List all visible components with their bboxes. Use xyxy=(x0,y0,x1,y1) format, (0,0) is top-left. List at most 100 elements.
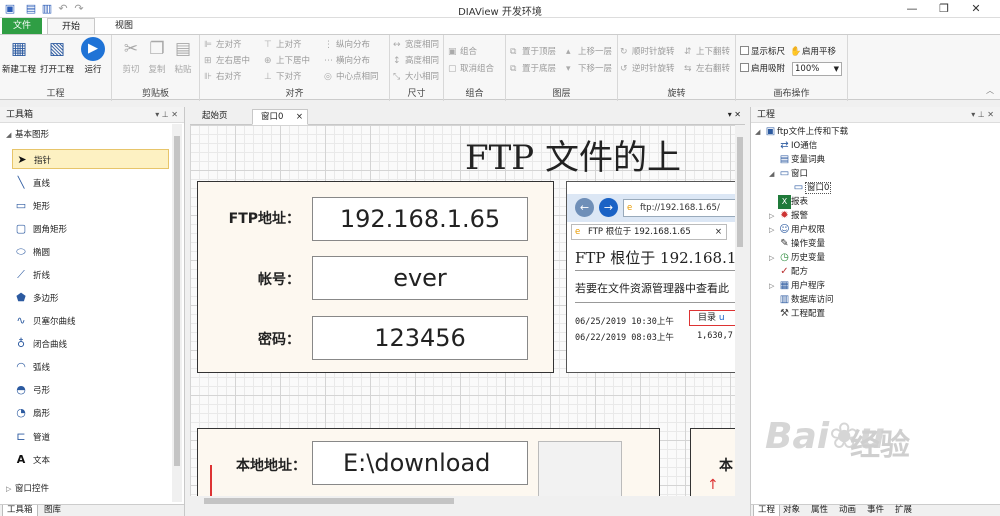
send-to-back-button[interactable]: ⧉ 置于底层 xyxy=(510,62,556,76)
canvas-horizontal-scrollbar[interactable] xyxy=(190,496,745,506)
tool-polygon[interactable]: ⬟ 多边形 xyxy=(12,288,169,308)
same-size-button[interactable]: ⤡ 大小相同 xyxy=(393,70,439,84)
same-height-button[interactable]: ↕ 高度相同 xyxy=(393,54,439,68)
same-center-button[interactable]: ◎ 中心点相同 xyxy=(324,70,379,84)
account-label[interactable]: 帐号： xyxy=(198,269,300,289)
tree-node-report[interactable]: X 报表 xyxy=(769,195,808,209)
browse-button[interactable] xyxy=(538,441,622,496)
toolbox-scrollbar[interactable] xyxy=(172,124,182,502)
rotate-ccw-button[interactable]: ↺ 逆时针旋转 xyxy=(620,62,675,76)
ftp-address-field[interactable]: 192.168.1.65 xyxy=(312,197,528,241)
tool-bezier[interactable]: ∿ 贝塞尔曲线 xyxy=(12,311,169,331)
local-address-field[interactable]: E:\download xyxy=(312,441,528,485)
enable-snap-checkbox[interactable]: 启用吸附 xyxy=(740,62,785,76)
close-tab-icon[interactable]: × xyxy=(296,110,303,125)
tool-closed-curve[interactable]: ♁ 闭合曲线 xyxy=(12,334,169,354)
tree-node-recipe[interactable]: ✓ 配方 xyxy=(769,265,808,279)
rotate-cw-button[interactable]: ↻ 顺时针旋转 xyxy=(620,45,675,59)
canvas-title[interactable]: FTP 文件的上 xyxy=(465,130,681,179)
tool-bow[interactable]: ◓ 弓形 xyxy=(12,380,169,400)
align-center-h-button[interactable]: ⊞ 左右居中 xyxy=(204,54,250,68)
tab-file[interactable]: 文件 xyxy=(2,18,42,34)
tab-animation[interactable]: 动画 xyxy=(835,505,860,516)
tree-node-window[interactable]: ◢ ▭ 窗口 xyxy=(769,167,808,181)
tab-start-page[interactable]: 起始页 xyxy=(194,109,236,125)
tree-node-alarm[interactable]: ▷ ✹ 报警 xyxy=(769,209,808,223)
show-ruler-checkbox[interactable]: 显示标尺 xyxy=(740,45,785,59)
distribute-vertical-button[interactable]: ⋮ 纵向分布 xyxy=(324,38,370,52)
local-address-label[interactable]: 本地地址： xyxy=(198,455,306,475)
tab-gallery[interactable]: 图库 xyxy=(40,505,65,516)
account-field[interactable]: ever xyxy=(312,256,528,300)
paste-button[interactable]: ▤ 粘贴 xyxy=(166,37,200,81)
pin-icon[interactable]: ▾ ⊥ ✕ xyxy=(155,107,178,123)
tool-sector[interactable]: ◔ 扇形 xyxy=(12,403,169,423)
canvas-vertical-scrollbar[interactable] xyxy=(735,125,745,496)
same-width-button[interactable]: ↔ 宽度相同 xyxy=(393,38,439,52)
send-backward-button[interactable]: ▾ 下移一层 xyxy=(566,62,612,76)
group-button[interactable]: ▣ 组合 xyxy=(448,45,477,59)
tree-node-user-permission[interactable]: ▷ ☺用户权限 xyxy=(769,223,825,237)
zoom-select[interactable]: 100% ▼ xyxy=(792,62,842,76)
tool-pipe[interactable]: ⊏ 管道 xyxy=(12,427,169,447)
enable-pan-button[interactable]: ✋启用平移 xyxy=(790,45,836,59)
tree-node-io[interactable]: ⇄ IO通信 xyxy=(769,139,817,153)
run-button[interactable]: ▶ 运行 xyxy=(76,37,110,81)
tool-polyline[interactable]: ⟋ 折线 xyxy=(12,265,169,285)
password-field[interactable]: 123456 xyxy=(312,316,528,360)
tree-node-project-config[interactable]: ⚒ 工程配置 xyxy=(769,307,825,321)
tree-node-window0[interactable]: ▭ 窗口0 xyxy=(783,181,832,195)
restore-icon[interactable]: ❐ xyxy=(930,1,958,17)
distribute-horizontal-button[interactable]: ⋯ 横向分布 xyxy=(324,54,370,68)
local-address-panel[interactable]: 本地地址： E:\download xyxy=(197,428,660,496)
tab-start[interactable]: 开始 xyxy=(47,18,95,34)
right-panel-label[interactable]: 本 xyxy=(719,455,735,475)
tree-node-operation-var[interactable]: ✎ 操作变量 xyxy=(769,237,825,251)
tree-node-project[interactable]: ◢ ▣ ftp文件上传和下载 xyxy=(755,125,848,139)
tool-text[interactable]: A 文本 xyxy=(12,450,169,470)
tab-object[interactable]: 对象 xyxy=(779,505,804,516)
flip-vertical-button[interactable]: ⇵ 上下翻转 xyxy=(684,45,730,59)
align-middle-v-button[interactable]: ⊕ 上下居中 xyxy=(264,54,310,68)
scroll-thumb[interactable] xyxy=(737,137,743,247)
tab-event[interactable]: 事件 xyxy=(863,505,888,516)
tool-ellipse[interactable]: ⬭ 椭圆 xyxy=(12,242,169,262)
scroll-thumb[interactable] xyxy=(174,136,180,466)
tab-project[interactable]: 工程 xyxy=(753,505,781,516)
ftp-form-panel[interactable]: FTP地址： 192.168.1.65 帐号： ever 密码： 123456 xyxy=(197,181,554,373)
align-bottom-button[interactable]: ⊥ 下对齐 xyxy=(264,70,302,84)
toolbox-section-basic[interactable]: ◢ 基本图形 xyxy=(6,128,49,142)
open-project-button[interactable]: ▧ 打开工程 xyxy=(40,37,74,81)
tree-node-user-program[interactable]: ▷ ▦ 用户程序 xyxy=(769,279,825,293)
bring-forward-button[interactable]: ▴ 上移一层 xyxy=(566,45,612,59)
toolbox-section-window-controls[interactable]: ▷ 窗口控件 xyxy=(6,482,49,496)
pin-icon[interactable]: ▾ ⊥ ✕ xyxy=(971,107,994,123)
tool-arc[interactable]: ◠ 弧线 xyxy=(12,357,169,377)
tab-extension[interactable]: 扩展 xyxy=(891,505,916,516)
tree-node-database[interactable]: ▥ 数据库访问 xyxy=(769,293,834,307)
tab-view[interactable]: 视图 xyxy=(104,18,144,34)
design-canvas[interactable]: FTP 文件的上 FTP地址： 192.168.1.65 帐号： ever 密码… xyxy=(190,125,735,496)
tool-rounded-rectangle[interactable]: ▢ 圆角矩形 xyxy=(12,219,169,239)
minimize-icon[interactable]: — xyxy=(898,1,926,17)
tab-property[interactable]: 属性 xyxy=(807,505,832,516)
right-panel[interactable]: 本 ↑ xyxy=(690,428,735,496)
collapse-ribbon-icon[interactable]: ︿ xyxy=(986,85,994,96)
tab-menu-icon[interactable]: ▾ ✕ xyxy=(728,110,741,119)
close-icon[interactable]: ✕ xyxy=(962,1,990,17)
tab-toolbox[interactable]: 工具箱 xyxy=(2,505,38,516)
ungroup-button[interactable]: ▢ 取消组合 xyxy=(448,62,494,76)
scroll-thumb[interactable] xyxy=(204,498,454,504)
tool-line[interactable]: ╲ 直线 xyxy=(12,173,169,193)
tree-node-dictionary[interactable]: ▤ 变量词典 xyxy=(769,153,825,167)
align-left-button[interactable]: ⊫ 左对齐 xyxy=(204,38,242,52)
tool-rectangle[interactable]: ▭ 矩形 xyxy=(12,196,169,216)
bring-to-front-button[interactable]: ⧉ 置于顶层 xyxy=(510,45,556,59)
align-right-button[interactable]: ⊪ 右对齐 xyxy=(204,70,242,84)
browser-screenshot[interactable]: ← → e ftp://192.168.1.65/ e FTP 根位于 192.16… xyxy=(566,181,735,373)
tree-node-history-var[interactable]: ▷ ◷ 历史变量 xyxy=(769,251,825,265)
tool-pointer[interactable]: ➤ 指针 xyxy=(12,149,169,169)
ftp-address-label[interactable]: FTP地址： xyxy=(198,208,300,228)
new-project-button[interactable]: ▦ 新建工程 xyxy=(2,37,36,81)
flip-horizontal-button[interactable]: ⇆ 左右翻转 xyxy=(684,62,730,76)
